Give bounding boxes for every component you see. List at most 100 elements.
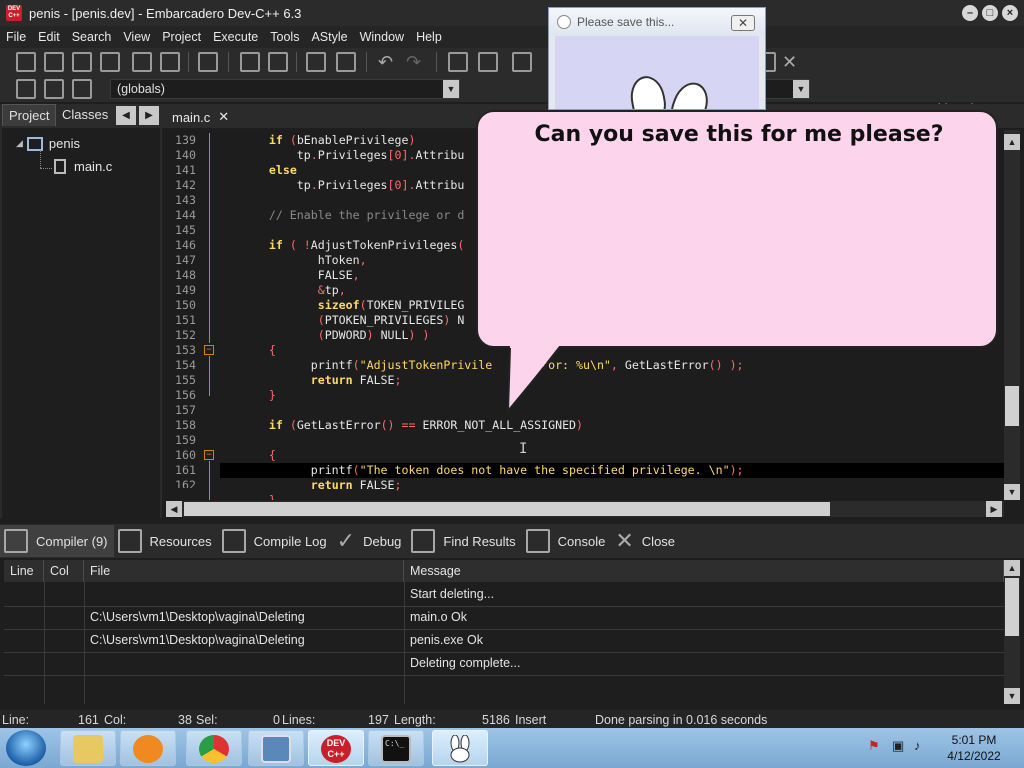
chevron-down-icon[interactable]: ▼ <box>443 80 459 98</box>
column-header-line[interactable]: Line <box>4 560 44 582</box>
tree-item-main-c[interactable]: main.c <box>54 159 112 174</box>
code-line: hToken, <box>220 253 367 267</box>
save-all-icon[interactable] <box>100 52 120 72</box>
taskbar-chrome[interactable] <box>186 730 242 766</box>
chevron-right-icon[interactable]: ▶ <box>139 106 159 125</box>
resources-icon <box>117 529 142 553</box>
popup-title-bar[interactable]: Please save this... ✕ <box>549 8 765 36</box>
tab-main-c[interactable]: main.c ✕ <box>166 106 235 128</box>
chevron-left-icon[interactable]: ◀ <box>116 106 136 125</box>
add-to-project-icon[interactable] <box>448 52 468 72</box>
scroll-thumb[interactable] <box>1005 578 1019 636</box>
output-scrollbar[interactable]: ▲ ▼ <box>1004 560 1020 704</box>
window-controls: – □ × <box>962 5 1018 21</box>
unindent-icon[interactable] <box>336 52 356 72</box>
network-icon[interactable]: ▣ <box>892 738 904 754</box>
taskbar-clock[interactable]: 5:01 PM 4/12/2022 <box>942 732 1006 764</box>
remove-from-project-icon[interactable] <box>478 52 498 72</box>
insert-icon[interactable] <box>16 79 36 99</box>
goto-bookmark-icon[interactable] <box>72 79 92 99</box>
menu-edit[interactable]: Edit <box>32 30 66 44</box>
scroll-thumb[interactable] <box>184 502 830 516</box>
taskbar-devcpp[interactable]: DEV C++ <box>308 730 364 766</box>
popup-content <box>555 36 759 109</box>
scroll-down-icon[interactable]: ▼ <box>1004 484 1020 500</box>
close-window-button[interactable]: × <box>1002 5 1018 21</box>
tab-resources[interactable]: Resources <box>114 525 218 557</box>
menu-help[interactable]: Help <box>410 30 448 44</box>
fold-toggle-icon[interactable]: − <box>204 345 214 355</box>
close-tab-icon[interactable]: ✕ <box>218 109 229 125</box>
taskbar-cmd[interactable]: C:\_ <box>368 730 424 766</box>
project-options-icon[interactable] <box>512 52 532 72</box>
globals-select[interactable]: (globals) ▼ <box>110 79 460 99</box>
menu-search[interactable]: Search <box>66 30 118 44</box>
menu-view[interactable]: View <box>117 30 156 44</box>
open-icon[interactable] <box>44 52 64 72</box>
bunny-icon <box>445 734 475 763</box>
table-row-message[interactable]: Deleting complete... <box>404 652 1004 675</box>
column-header-file[interactable]: File <box>84 560 404 582</box>
scroll-left-icon[interactable]: ◀ <box>166 501 182 517</box>
volume-icon[interactable]: ♪ <box>914 738 921 753</box>
tree-item-project[interactable]: ◢ penis <box>16 136 80 151</box>
scroll-thumb[interactable] <box>1005 386 1019 426</box>
action-center-icon[interactable]: ⚑ <box>868 738 880 754</box>
chevron-down-icon[interactable]: ▼ <box>793 80 809 98</box>
minimize-button[interactable]: – <box>962 5 978 21</box>
undo-icon[interactable]: ↶ <box>378 52 398 72</box>
table-row-message[interactable]: penis.exe Ok <box>404 629 1004 652</box>
line-number: 158 <box>175 418 196 432</box>
replace-icon[interactable] <box>268 52 288 72</box>
editor-horizontal-scrollbar[interactable]: ◀ ▶ <box>166 501 1004 517</box>
taskbar-explorer[interactable] <box>60 730 116 766</box>
maximize-button[interactable]: □ <box>982 5 998 21</box>
editor-vertical-scrollbar[interactable]: ▲ ▼ <box>1004 130 1020 500</box>
column-header-col[interactable]: Col <box>44 560 84 582</box>
table-row-message[interactable]: main.o Ok <box>404 606 1004 629</box>
close-all-icon[interactable] <box>160 52 180 72</box>
print-icon[interactable] <box>198 52 218 72</box>
menu-window[interactable]: Window <box>354 30 410 44</box>
compiler-output-table: Line Col File Message Start deleting... … <box>4 560 1004 704</box>
stop-execution-icon[interactable]: ✕ <box>782 52 802 72</box>
menu-project[interactable]: Project <box>156 30 207 44</box>
taskbar-bunny-app[interactable] <box>432 730 488 766</box>
tab-find-results[interactable]: Find Results <box>407 525 521 557</box>
menu-tools[interactable]: Tools <box>264 30 305 44</box>
toggle-bookmark-icon[interactable] <box>44 79 64 99</box>
scroll-up-icon[interactable]: ▲ <box>1004 134 1020 150</box>
indent-icon[interactable] <box>306 52 326 72</box>
expand-arrow-icon[interactable]: ◢ <box>16 138 23 149</box>
start-button[interactable] <box>6 730 46 766</box>
code-line: tp.Privileges[0].Attribu <box>220 148 465 162</box>
column-header-message[interactable]: Message <box>404 560 1004 582</box>
redo-icon[interactable]: ↷ <box>406 52 426 72</box>
tab-console[interactable]: Console <box>522 525 612 557</box>
line-number: 146 <box>175 238 196 252</box>
find-icon[interactable] <box>240 52 260 72</box>
tab-compile-log[interactable]: Compile Log <box>218 525 333 557</box>
table-row-file[interactable]: C:\Users\vm1\Desktop\vagina\Deleting <box>84 629 404 652</box>
table-row-file[interactable]: C:\Users\vm1\Desktop\vagina\Deleting <box>84 606 404 629</box>
tab-compiler[interactable]: Compiler (9) <box>0 525 114 557</box>
tab-debug[interactable]: ✓ Debug <box>333 525 408 557</box>
scroll-right-icon[interactable]: ▶ <box>986 501 1002 517</box>
scroll-down-icon[interactable]: ▼ <box>1004 688 1020 704</box>
popup-close-button[interactable]: ✕ <box>731 15 755 31</box>
new-file-icon[interactable] <box>16 52 36 72</box>
save-icon[interactable] <box>72 52 92 72</box>
tab-classes[interactable]: Classes <box>56 104 114 126</box>
close-file-icon[interactable] <box>132 52 152 72</box>
tab-project[interactable]: Project <box>2 104 57 126</box>
fold-toggle-icon[interactable]: − <box>204 450 214 460</box>
status-lines-label: Lines: <box>282 713 316 727</box>
scroll-up-icon[interactable]: ▲ <box>1004 560 1020 576</box>
taskbar-media-player[interactable] <box>120 730 176 766</box>
menu-execute[interactable]: Execute <box>207 30 264 44</box>
tab-close[interactable]: ✕ Close <box>611 525 681 557</box>
menu-astyle[interactable]: AStyle <box>305 30 353 44</box>
table-row-message[interactable]: Start deleting... <box>404 583 1004 606</box>
taskbar-image-viewer[interactable] <box>248 730 304 766</box>
menu-file[interactable]: File <box>0 30 32 44</box>
